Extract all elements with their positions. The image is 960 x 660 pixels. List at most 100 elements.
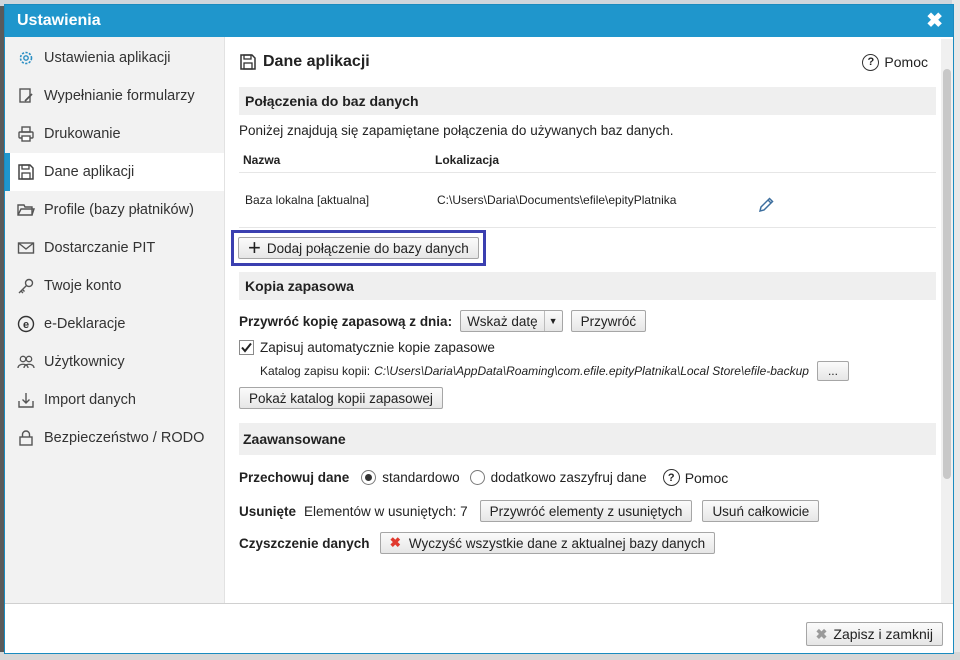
sidebar-item-pit-delivery[interactable]: Dostarczanie PIT xyxy=(5,229,224,267)
sidebar-item-label: Twoje konto xyxy=(44,278,122,294)
gear-icon xyxy=(17,49,35,67)
help-link[interactable]: ? Pomoc xyxy=(862,53,928,71)
deleted-count: Elementów w usuniętych: 7 xyxy=(304,503,468,519)
backup-date-value: Wskaż datę xyxy=(467,313,538,329)
section-backup-heading: Kopia zapasowa xyxy=(239,272,936,300)
dialog-titlebar: Ustawienia ✖ xyxy=(5,5,953,37)
backup-dir-label: Katalog zapisu kopii: xyxy=(260,364,371,378)
sidebar-item-app-data[interactable]: Dane aplikacji xyxy=(5,153,224,191)
advanced-help-link[interactable]: ? Pomoc xyxy=(662,469,729,486)
users-icon xyxy=(17,353,35,371)
sidebar-item-label: Bezpieczeństwo / RODO xyxy=(44,430,205,446)
add-connection-highlight: + Dodaj połączenie do bazy danych xyxy=(231,230,486,266)
auto-backup-label: Zapisuj automatycznie kopie zapasowe xyxy=(260,340,495,355)
floppy-disk-icon xyxy=(17,163,35,181)
form-fill-icon xyxy=(17,87,35,105)
sidebar-item-label: Drukowanie xyxy=(44,126,121,142)
cleanup-row: Czyszczenie danych ✖ Wyczyść wszystkie d… xyxy=(239,532,936,554)
sidebar-item-edeclarations[interactable]: e e-Deklaracje xyxy=(5,305,224,343)
delete-permanently-button[interactable]: Usuń całkowicie xyxy=(702,500,820,522)
browse-button[interactable]: ... xyxy=(816,361,849,381)
page-title: Dane aplikacji xyxy=(239,53,370,71)
radio-encrypt-label: dodatkowo zaszyfruj dane xyxy=(490,470,647,485)
store-data-label: Przechowuj dane xyxy=(239,470,350,485)
sidebar-item-account[interactable]: Twoje konto xyxy=(5,267,224,305)
sidebar-item-profiles[interactable]: Profile (bazy płatników) xyxy=(5,191,224,229)
sidebar-item-users[interactable]: Użytkownicy xyxy=(5,343,224,381)
restore-button[interactable]: Przywróć xyxy=(570,310,647,332)
help-icon: ? xyxy=(862,53,880,71)
add-connection-button[interactable]: + Dodaj połączenie do bazy danych xyxy=(238,237,479,259)
sidebar-item-import[interactable]: Import danych xyxy=(5,381,224,419)
content-scrollbar[interactable] xyxy=(941,39,953,603)
table-row[interactable]: Baza lokalna [aktualna] C:\Users\Daria\D… xyxy=(239,173,936,228)
red-x-icon: ✖ xyxy=(389,535,401,550)
radio-encrypt[interactable] xyxy=(469,470,485,485)
sidebar-item-forms[interactable]: Wypełnianie formularzy xyxy=(5,77,224,115)
sidebar-item-security[interactable]: Bezpieczeństwo / RODO xyxy=(5,419,224,457)
x-icon: ✖ xyxy=(815,625,828,642)
restore-backup-row: Przywróć kopię zapasową z dnia: Wskaż da… xyxy=(239,310,936,332)
sidebar-item-label: Import danych xyxy=(44,392,136,408)
sidebar-item-label: Wypełnianie formularzy xyxy=(44,88,195,104)
edit-pencil-icon[interactable] xyxy=(757,196,775,217)
connection-name: Baza lokalna [aktualna] xyxy=(245,193,370,207)
backup-date-select[interactable]: Wskaż datę ▼ xyxy=(460,310,563,332)
import-icon xyxy=(17,391,35,409)
sidebar-item-label: Użytkownicy xyxy=(44,354,125,370)
plus-icon: + xyxy=(248,235,261,260)
printer-icon xyxy=(17,125,35,143)
floppy-disk-icon xyxy=(239,53,257,71)
sidebar-item-label: Dostarczanie PIT xyxy=(44,240,156,256)
show-backup-dir-button[interactable]: Pokaż katalog kopii zapasowej xyxy=(239,387,443,409)
save-and-close-label: Zapisz i zamknij xyxy=(833,626,933,642)
cleanup-label: Czyszczenie danych xyxy=(239,535,370,551)
add-connection-label: Dodaj połączenie do bazy danych xyxy=(266,240,469,256)
column-header-name: Nazwa xyxy=(243,152,281,167)
save-and-close-button[interactable]: ✖ Zapisz i zamknij xyxy=(805,622,943,646)
settings-content: Dane aplikacji ? Pomoc Połączenia do baz… xyxy=(225,37,953,603)
connections-table-header: Nazwa Lokalizacja xyxy=(239,147,936,173)
show-dir-row: Pokaż katalog kopii zapasowej xyxy=(239,387,936,409)
help-label: Pomoc xyxy=(684,469,729,486)
close-icon[interactable]: ✖ xyxy=(926,11,943,31)
backup-dir-row: Katalog zapisu kopii: C:\Users\Daria\App… xyxy=(239,361,936,381)
radio-standard[interactable] xyxy=(361,470,377,485)
section-advanced-heading: Zaawansowane xyxy=(239,423,936,455)
store-data-row: Przechowuj dane standardowo dodatkowo za… xyxy=(239,469,936,486)
settings-dialog: Ustawienia ✖ Ustawienia aplikacji Wypełn… xyxy=(4,4,954,654)
svg-text:e: e xyxy=(23,319,29,331)
deleted-row: Usunięte Elementów w usuniętych: 7 Przyw… xyxy=(239,500,936,522)
help-icon: ? xyxy=(662,469,680,486)
sidebar-item-app-settings[interactable]: Ustawienia aplikacji xyxy=(5,39,224,77)
sidebar-item-label: Dane aplikacji xyxy=(44,164,135,180)
settings-sidebar: Ustawienia aplikacji Wypełnianie formula… xyxy=(5,37,225,603)
auto-backup-row: Zapisuj automatycznie kopie zapasowe xyxy=(239,340,936,355)
restore-backup-label: Przywróć kopię zapasową z dnia: xyxy=(239,313,453,329)
backup-dir-path: C:\Users\Daria\AppData\Roaming\com.efile… xyxy=(374,364,809,378)
clear-all-data-label: Wyczyść wszystkie dane z aktualnej bazy … xyxy=(408,535,706,551)
radio-standard-label: standardowo xyxy=(382,470,460,485)
deleted-label: Usunięte xyxy=(239,503,297,519)
chevron-down-icon: ▼ xyxy=(543,311,562,331)
dialog-footer: ✖ Zapisz i zamknij xyxy=(5,603,953,653)
lock-icon xyxy=(17,429,35,447)
connections-description: Poniżej znajdują się zapamiętane połącze… xyxy=(239,123,674,138)
restore-deleted-button[interactable]: Przywróć elementy z usuniętych xyxy=(479,500,693,522)
scrollbar-thumb[interactable] xyxy=(943,69,951,479)
help-label: Pomoc xyxy=(884,54,928,70)
folder-open-icon xyxy=(17,201,35,219)
sidebar-item-printing[interactable]: Drukowanie xyxy=(5,115,224,153)
clear-all-data-button[interactable]: ✖ Wyczyść wszystkie dane z aktualnej baz… xyxy=(379,532,716,554)
sidebar-item-label: e-Deklaracje xyxy=(44,316,126,332)
envelope-icon xyxy=(17,239,35,257)
sidebar-item-label: Profile (bazy płatników) xyxy=(44,202,194,218)
connection-location: C:\Users\Daria\Documents\efile\epityPlat… xyxy=(437,193,677,207)
dialog-title: Ustawienia xyxy=(17,12,101,29)
e-declaration-icon: e xyxy=(17,315,35,333)
page-title-text: Dane aplikacji xyxy=(263,53,370,70)
section-connections-heading: Połączenia do baz danych xyxy=(239,87,936,115)
auto-backup-checkbox[interactable] xyxy=(239,340,254,355)
key-icon xyxy=(17,277,35,295)
column-header-location: Lokalizacja xyxy=(435,152,500,167)
